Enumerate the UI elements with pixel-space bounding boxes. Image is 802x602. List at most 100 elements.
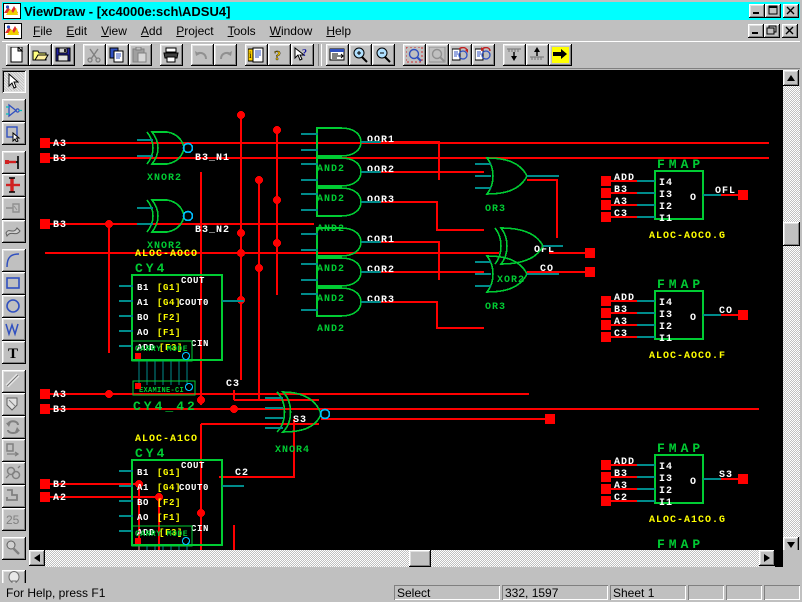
zoom-fit-icon[interactable] (426, 44, 449, 66)
svg-text:B3_N1: B3_N1 (195, 153, 230, 164)
probe-tool[interactable] (2, 537, 26, 560)
window-maximize-button[interactable] (765, 4, 781, 18)
menu-bar: File Edit View Add Project Tools Window … (2, 21, 800, 40)
hscroll-track[interactable] (45, 550, 759, 567)
draw-arc-tool[interactable] (2, 249, 26, 272)
paste-icon[interactable] (129, 44, 152, 66)
svg-text:AND2: AND2 (317, 324, 345, 335)
svg-text:COR2: COR2 (367, 265, 395, 276)
menu-item-add[interactable]: Add (134, 22, 169, 40)
draw-circle-tool[interactable] (2, 295, 26, 318)
menu-item-project[interactable]: Project (169, 22, 220, 40)
help-question-icon[interactable]: ? (268, 44, 291, 66)
svg-text:CY4_42: CY4_42 (133, 399, 198, 414)
scroll-left-button[interactable] (29, 550, 45, 566)
draw-polyline-tool[interactable] (2, 318, 26, 341)
svg-text:XNOR4: XNOR4 (275, 445, 310, 456)
route-tool[interactable] (2, 485, 26, 508)
svg-text:COUT0: COUT0 (179, 483, 209, 493)
svg-text:AND2: AND2 (317, 224, 345, 235)
scroll-right-button[interactable] (759, 550, 775, 566)
svg-text:A1: A1 (137, 298, 149, 308)
svg-text:ALOC-A1CO: ALOC-A1CO (135, 434, 198, 445)
svg-text:AND2: AND2 (317, 264, 345, 275)
select-arrow-tool[interactable] (2, 70, 26, 93)
svg-text:CIN: CIN (191, 524, 209, 534)
menu-item-file[interactable]: File (26, 22, 59, 40)
go-arrow-icon[interactable] (549, 44, 572, 66)
svg-text:S3: S3 (293, 415, 307, 426)
add-pin-tool[interactable] (2, 197, 26, 220)
menu-item-help[interactable]: Help (319, 22, 358, 40)
svg-text:[G4]: [G4] (157, 483, 181, 493)
zoom-in-icon[interactable] (349, 44, 372, 66)
svg-text:I2: I2 (659, 322, 673, 333)
window-minimize-button[interactable] (749, 4, 765, 18)
add-text-tool[interactable]: T (2, 341, 26, 364)
menu-label-add-rest: dd (148, 23, 163, 38)
draw-line-tool[interactable] (2, 370, 26, 393)
copy-icon[interactable] (106, 44, 129, 66)
svg-text:I3: I3 (659, 474, 673, 485)
document-minimize-button[interactable] (748, 23, 764, 38)
new-file-icon[interactable] (6, 44, 29, 66)
svg-text:FMAP: FMAP (657, 441, 704, 456)
svg-text:ADD: ADD (614, 457, 635, 468)
draw-rectangle-tool[interactable] (2, 272, 26, 295)
hscroll-thumb[interactable] (409, 550, 431, 567)
context-help-icon[interactable]: ? (291, 44, 314, 66)
document-close-button[interactable] (782, 23, 798, 38)
measure-tool[interactable]: 25 (2, 508, 26, 531)
cut-scissors-icon[interactable] (83, 44, 106, 66)
add-bus-tool[interactable] (2, 174, 26, 197)
net-up-icon[interactable] (526, 44, 549, 66)
window-close-button[interactable] (783, 4, 799, 18)
svg-text:[F2]: [F2] (157, 313, 181, 323)
menu-label-file-rest: ile (40, 23, 53, 38)
pop-out-icon[interactable] (472, 44, 495, 66)
menu-item-edit[interactable]: Edit (59, 22, 94, 40)
schematic-canvas[interactable]: A3 B3 B3 A3 B3 B2 A2 B3_N1 B3_N2 OOR1 OO… (29, 70, 775, 553)
menu-item-tools[interactable]: Tools (221, 22, 263, 40)
fill-tool[interactable] (2, 393, 26, 416)
rotate-tool[interactable] (2, 416, 26, 439)
svg-text:I1: I1 (659, 334, 673, 345)
zoom-select-icon[interactable] (403, 44, 426, 66)
svg-text:[F1]: [F1] (157, 328, 181, 338)
svg-text:[F1]: [F1] (157, 513, 181, 523)
scrollbar-corner (783, 550, 800, 567)
add-flag-tool[interactable] (2, 220, 26, 243)
add-net-tool[interactable] (2, 151, 26, 174)
open-folder-icon[interactable] (29, 44, 52, 66)
push-into-icon[interactable] (449, 44, 472, 66)
horizontal-scrollbar[interactable] (29, 550, 775, 567)
svg-text:AND2: AND2 (317, 194, 345, 205)
status-bar: For Help, press F1 Select 332, 1597 Shee… (0, 583, 802, 602)
vscroll-track[interactable] (783, 86, 800, 537)
zoom-out-icon[interactable] (372, 44, 395, 66)
svg-text:B3: B3 (53, 405, 67, 416)
document-restore-button[interactable] (764, 23, 780, 38)
vscroll-thumb[interactable] (783, 222, 800, 246)
svg-text:A3: A3 (53, 390, 67, 401)
svg-text:I3: I3 (659, 310, 673, 321)
properties-info-icon[interactable]: i (245, 44, 268, 66)
svg-text:COR3: COR3 (367, 295, 395, 306)
svg-text:ALOC-A1CO.G: ALOC-A1CO.G (649, 515, 726, 526)
add-component-tool[interactable] (2, 99, 26, 122)
print-icon[interactable] (160, 44, 183, 66)
mirror-tool[interactable] (2, 439, 26, 462)
save-disk-icon[interactable] (52, 44, 75, 66)
scroll-up-button[interactable] (783, 70, 799, 86)
document-icon[interactable] (4, 22, 22, 39)
schematic-area: A3 B3 B3 A3 B3 B2 A2 B3_N1 B3_N2 OOR1 OO… (29, 70, 800, 567)
sheet-icon[interactable] (326, 44, 349, 66)
vertical-scrollbar[interactable] (783, 70, 800, 553)
redo-arrow-icon[interactable] (214, 44, 237, 66)
net-down-icon[interactable] (503, 44, 526, 66)
add-block-tool[interactable] (2, 122, 26, 145)
menu-item-view[interactable]: View (94, 22, 134, 40)
group-tool[interactable] (2, 462, 26, 485)
undo-arrow-icon[interactable] (191, 44, 214, 66)
menu-item-window[interactable]: Window (263, 22, 320, 40)
